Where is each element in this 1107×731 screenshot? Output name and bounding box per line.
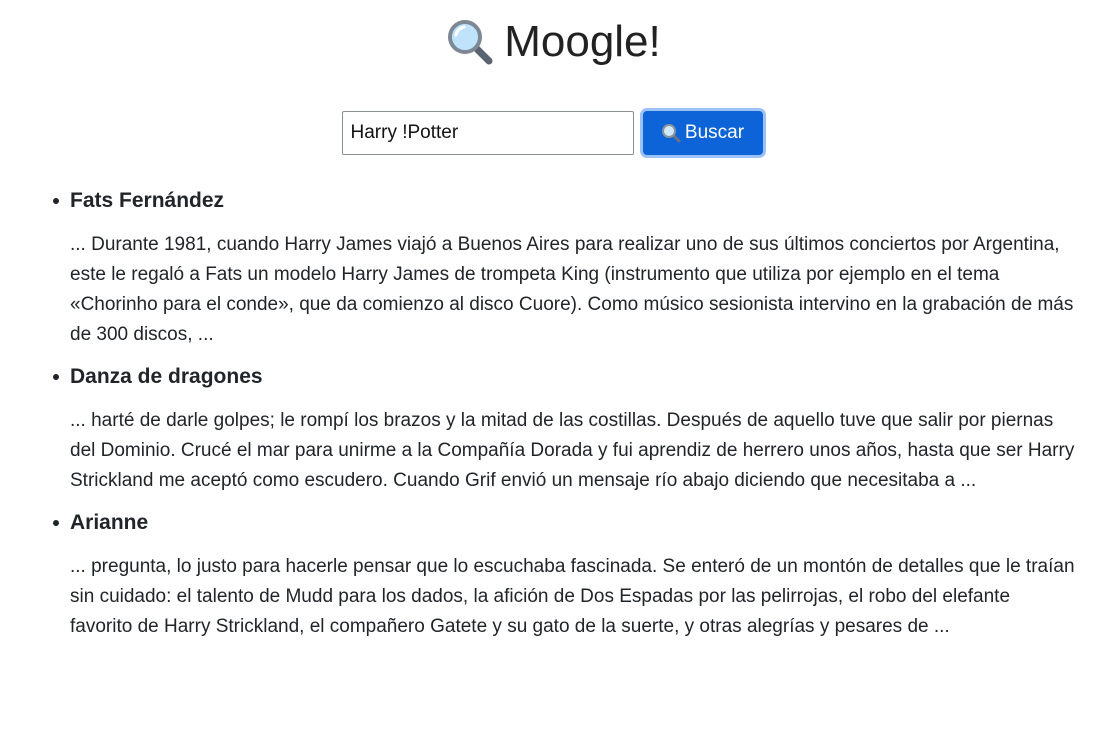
results-list: Fats Fernández ... Durante 1981, cuando … [0,183,1107,642]
search-input[interactable] [341,111,634,155]
page-title: Moogle! [446,14,661,70]
magnifying-glass-icon [448,20,493,65]
page-title-text: Moogle! [504,17,661,66]
result-snippet: ... pregunta, lo justo para hacerle pens… [70,556,1075,637]
result-item: Danza de dragones ... harté de darle gol… [53,359,1107,496]
result-snippet: ... harté de darle golpes; le rompí los … [70,410,1075,491]
result-title[interactable]: Fats Fernández [70,183,1077,219]
result-item: Arianne ... pregunta, lo justo para hace… [53,505,1107,642]
result-snippet: ... Durante 1981, cuando Harry James via… [70,234,1074,345]
result-title[interactable]: Danza de dragones [70,359,1077,395]
result-item: Fats Fernández ... Durante 1981, cuando … [53,183,1107,350]
search-button-label: Buscar [684,122,745,143]
search-bar: Buscar [0,108,1107,158]
search-button[interactable]: Buscar [639,108,766,158]
list-bullet [53,374,59,380]
magnifying-glass-icon [661,124,681,143]
header: Moogle! [0,14,1107,70]
list-bullet [53,198,59,204]
list-bullet [53,520,59,526]
page: Moogle! Buscar Fats Fernández ... Durant… [0,0,1107,731]
result-title[interactable]: Arianne [70,505,1077,541]
